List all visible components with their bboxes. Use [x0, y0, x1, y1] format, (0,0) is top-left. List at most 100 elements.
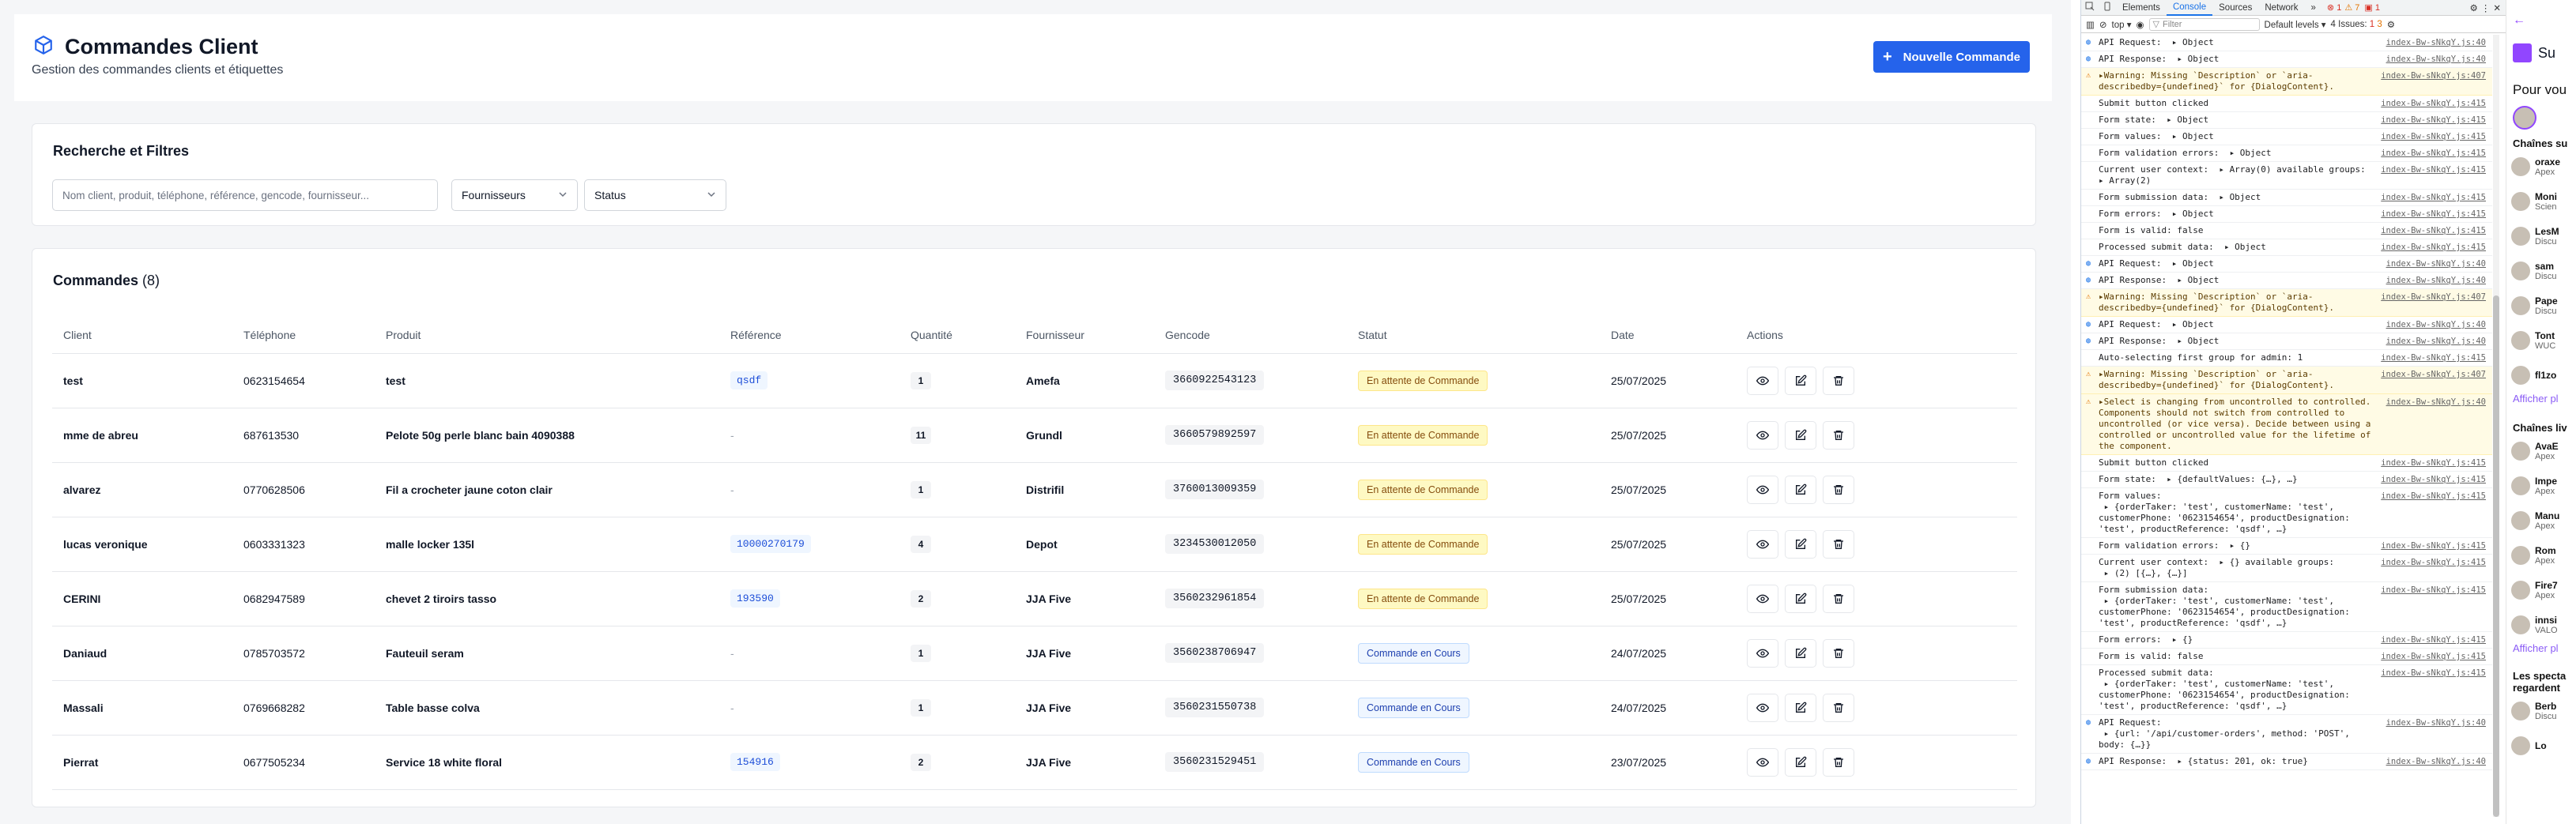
console-entry[interactable]: Form submission data: ▸ {orderTaker: 'te…	[2081, 582, 2492, 632]
console-source-link[interactable]: index-Bw-sNkqY.js:415	[2381, 115, 2486, 126]
scrollbar-thumb[interactable]	[2493, 295, 2499, 817]
table-row[interactable]: Pierrat 0677505234 Service 18 white floral…	[52, 735, 2017, 790]
table-row[interactable]: Massali 0769668282 Table basse colva - 1 JJA …	[52, 680, 2017, 736]
edit-button[interactable]	[1785, 747, 1816, 777]
console-entry[interactable]: Form validation errors: ▸ {} index-Bw-sNk…	[2081, 538, 2492, 555]
view-button[interactable]	[1747, 420, 1778, 450]
console-entry[interactable]: Form state: ▸ Object index-Bw-sNkqY.js:41…	[2081, 112, 2492, 129]
clear-console-icon[interactable]: ⊘	[2099, 19, 2107, 30]
console-source-link[interactable]: index-Bw-sNkqY.js:415	[2381, 585, 2486, 629]
console-source-link[interactable]: index-Bw-sNkqY.js:40	[2386, 756, 2486, 767]
channel-item[interactable]: AvaE Apex	[2506, 434, 2576, 468]
console-source-link[interactable]: index-Bw-sNkqY.js:40	[2386, 319, 2486, 330]
console-source-link[interactable]: index-Bw-sNkqY.js:40	[2386, 54, 2486, 65]
console-filter-input[interactable]: ▽ Filter	[2148, 17, 2260, 31]
console-entry[interactable]: Form submission data: ▸ Object index-Bw-s…	[2081, 190, 2492, 206]
view-button[interactable]	[1747, 638, 1778, 668]
delete-button[interactable]	[1823, 747, 1854, 777]
channel-item[interactable]: LesM Discu	[2506, 219, 2576, 254]
console-source-link[interactable]: index-Bw-sNkqY.js:415	[2381, 209, 2486, 220]
status-select[interactable]: Status	[584, 179, 726, 211]
delete-button[interactable]	[1823, 638, 1854, 668]
console-entry[interactable]: ◍ API Response: ▸ Object index-Bw-sNkqY.js…	[2081, 273, 2492, 289]
more-tabs-button[interactable]: »	[2305, 0, 2322, 16]
show-more-followed[interactable]: Afficher pl	[2506, 393, 2576, 404]
supplier-select[interactable]: Fournisseurs	[451, 179, 578, 211]
console-entry[interactable]: Form errors: ▸ {} index-Bw-sNkqY.js:415	[2081, 632, 2492, 649]
console-entry[interactable]: Form is valid: false index-Bw-sNkqY.js:41…	[2081, 223, 2492, 239]
console-entry[interactable]: ⚠ ▸Warning: Missing `Description` or `ari…	[2081, 367, 2492, 394]
edit-button[interactable]	[1785, 420, 1816, 450]
console-entry[interactable]: Form values: ▸ Object index-Bw-sNkqY.js:4…	[2081, 129, 2492, 145]
console-source-link[interactable]: index-Bw-sNkqY.js:415	[2381, 131, 2486, 142]
gear-icon[interactable]: ⚙	[2387, 19, 2395, 30]
warning-count-badge[interactable]: ⚠ 7	[2344, 2, 2359, 13]
devtools-tab-console[interactable]: Console	[2166, 0, 2213, 16]
close-icon[interactable]: ✕	[2493, 2, 2501, 13]
console-source-link[interactable]: index-Bw-sNkqY.js:415	[2381, 164, 2486, 186]
edit-button[interactable]	[1785, 529, 1816, 559]
console-source-link[interactable]: index-Bw-sNkqY.js:415	[2381, 474, 2486, 485]
console-entry[interactable]: ◍ API Request: ▸ Object index-Bw-sNkqY.js:…	[2081, 35, 2492, 51]
channel-item[interactable]: oraxe Apex	[2506, 149, 2576, 184]
console-entry[interactable]: Processed submit data: ▸ Object index-Bw-…	[2081, 239, 2492, 256]
console-source-link[interactable]: index-Bw-sNkqY.js:415	[2381, 192, 2486, 203]
console-source-link[interactable]: index-Bw-sNkqY.js:415	[2381, 491, 2486, 535]
console-source-link[interactable]: index-Bw-sNkqY.js:415	[2381, 457, 2486, 468]
view-button[interactable]	[1747, 584, 1778, 613]
console-source-link[interactable]: index-Bw-sNkqY.js:407	[2381, 369, 2486, 391]
console-source-link[interactable]: index-Bw-sNkqY.js:40	[2386, 717, 2486, 751]
console-source-link[interactable]: index-Bw-sNkqY.js:415	[2381, 668, 2486, 712]
console-entry[interactable]: Form values: ▸ {orderTaker: 'test', cust…	[2081, 488, 2492, 538]
console-source-link[interactable]: index-Bw-sNkqY.js:40	[2386, 275, 2486, 286]
devtools-tab-elements[interactable]: Elements	[2116, 0, 2167, 16]
edit-button[interactable]	[1785, 693, 1816, 722]
error-count-badge[interactable]: ⊗ 1	[2327, 2, 2341, 13]
console-source-link[interactable]: index-Bw-sNkqY.js:40	[2386, 336, 2486, 347]
channel-item[interactable]: Manu Apex	[2506, 503, 2576, 538]
twitch-logo-icon[interactable]	[2513, 43, 2532, 62]
table-row[interactable]: test 0623154654 test qsdf 1 Amefa 366092254312…	[52, 353, 2017, 408]
console-entry[interactable]: Form is valid: false index-Bw-sNkqY.js:41…	[2081, 649, 2492, 665]
console-entry[interactable]: ⚠ ▸Select is changing from uncontrolled t…	[2081, 394, 2492, 455]
console-entry[interactable]: Processed submit data: ▸ {orderTaker: 't…	[2081, 665, 2492, 715]
console-entry[interactable]: Current user context: ▸ {} available gro…	[2081, 555, 2492, 582]
devtools-tab-sources[interactable]: Sources	[2212, 0, 2258, 16]
console-source-link[interactable]: index-Bw-sNkqY.js:415	[2381, 634, 2486, 645]
view-button[interactable]	[1747, 529, 1778, 559]
delete-button[interactable]	[1823, 420, 1854, 450]
delete-button[interactable]	[1823, 584, 1854, 613]
table-row[interactable]: alvarez 0770628506 Fil a crocheter jaune c…	[52, 462, 2017, 517]
console-entry[interactable]: ◍ API Request: ▸ Object index-Bw-sNkqY.js:…	[2081, 256, 2492, 273]
inspect-icon[interactable]	[2081, 1, 2099, 14]
devtools-tab-network[interactable]: Network	[2258, 0, 2304, 16]
console-entry[interactable]: ◍ API Response: ▸ Object index-Bw-sNkqY.js…	[2081, 333, 2492, 350]
channel-item[interactable]: Berb Discu	[2506, 694, 2576, 728]
console-entry[interactable]: ◍ API Request: ▸ {url: '/api/customer-ord…	[2081, 715, 2492, 754]
table-row[interactable]: mme de abreu 687613530 Pelote 50g perle bl…	[52, 408, 2017, 463]
channel-item[interactable]: Moni Scien	[2506, 184, 2576, 219]
view-button[interactable]	[1747, 366, 1778, 395]
table-row[interactable]: Daniaud 0785703572 Fauteuil seram - 1 JJA Fiv…	[52, 626, 2017, 681]
table-row[interactable]: CERINI 0682947589 chevet 2 tiroirs tasso 19…	[52, 571, 2017, 626]
channel-item[interactable]: sam Discu	[2506, 254, 2576, 288]
console-entry[interactable]: Submit button clicked index-Bw-sNkqY.js:4…	[2081, 455, 2492, 472]
issues-count-badge[interactable]: ▣ 1	[2364, 2, 2380, 13]
edit-button[interactable]	[1785, 638, 1816, 668]
console-source-link[interactable]: index-Bw-sNkqY.js:415	[2381, 651, 2486, 662]
eye-icon[interactable]: ◉	[2136, 19, 2144, 30]
sidebar-toggle-icon[interactable]: ▥	[2086, 19, 2095, 30]
console-entry[interactable]: Form state: ▸ {defaultValues: {…}, …} ind…	[2081, 472, 2492, 488]
console-source-link[interactable]: index-Bw-sNkqY.js:415	[2381, 242, 2486, 253]
kebab-menu-icon[interactable]: ⋮	[2481, 2, 2491, 13]
channel-item[interactable]: Lo	[2506, 728, 2576, 763]
console-entry[interactable]: ⚠ ▸Warning: Missing `Description` or `ari…	[2081, 68, 2492, 96]
console-source-link[interactable]: index-Bw-sNkqY.js:407	[2381, 292, 2486, 314]
console-source-link[interactable]: index-Bw-sNkqY.js:407	[2381, 70, 2486, 92]
console-source-link[interactable]: index-Bw-sNkqY.js:40	[2386, 37, 2486, 48]
console-entry[interactable]: ◍ API Response: ▸ {status: 201, ok: true}…	[2081, 754, 2492, 770]
delete-button[interactable]	[1823, 529, 1854, 559]
edit-button[interactable]	[1785, 584, 1816, 613]
console-source-link[interactable]: index-Bw-sNkqY.js:415	[2381, 225, 2486, 236]
device-toolbar-icon[interactable]	[2099, 1, 2116, 14]
